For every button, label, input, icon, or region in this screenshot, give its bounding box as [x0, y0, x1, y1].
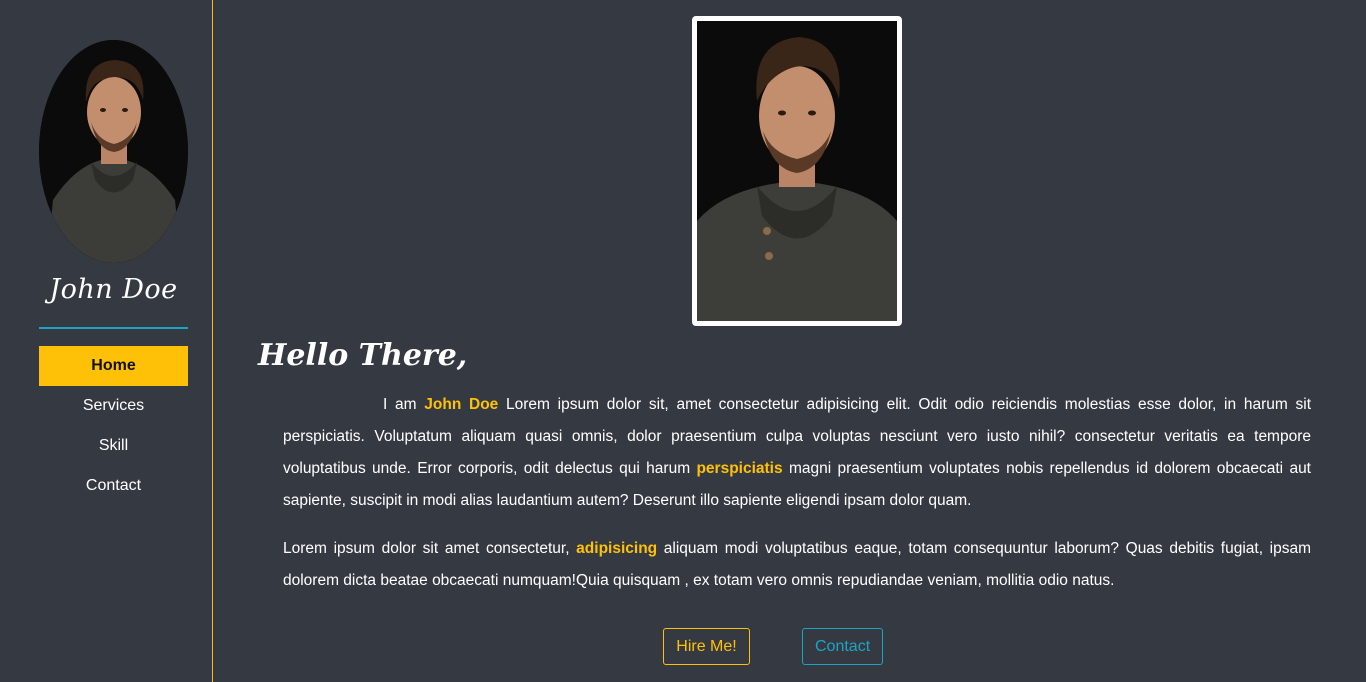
person-photo-icon: [697, 21, 897, 321]
intro-prefix: I am: [383, 396, 425, 413]
intro-paragraph: I am John Doe Lorem ipsum dolor sit, ame…: [283, 389, 1311, 517]
profile-photo: [692, 16, 902, 326]
person-portrait-icon: [39, 40, 188, 263]
highlight-word: adipisicing: [576, 540, 658, 557]
name-divider: [39, 327, 188, 329]
highlight-name: John Doe: [424, 396, 499, 413]
second-paragraph: Lorem ipsum dolor sit amet consectetur, …: [283, 533, 1311, 597]
hire-me-button[interactable]: Hire Me!: [663, 628, 750, 665]
avatar: [39, 40, 188, 263]
nav-item-services[interactable]: Services: [39, 386, 188, 426]
sidebar-nav: Home Services Skill Contact: [39, 346, 188, 506]
nav-item-contact[interactable]: Contact: [39, 466, 188, 506]
highlight-word: perspiciatis: [696, 460, 783, 477]
nav-item-home[interactable]: Home: [39, 346, 188, 386]
sidebar-name: John Doe: [49, 274, 178, 305]
sidebar: John Doe Home Services Skill Contact: [0, 0, 213, 682]
contact-button[interactable]: Contact: [802, 628, 883, 665]
second-text-1: Lorem ipsum dolor sit amet consectetur,: [283, 540, 577, 557]
greeting-heading: Hello There,: [258, 338, 468, 373]
nav-item-skill[interactable]: Skill: [39, 426, 188, 466]
